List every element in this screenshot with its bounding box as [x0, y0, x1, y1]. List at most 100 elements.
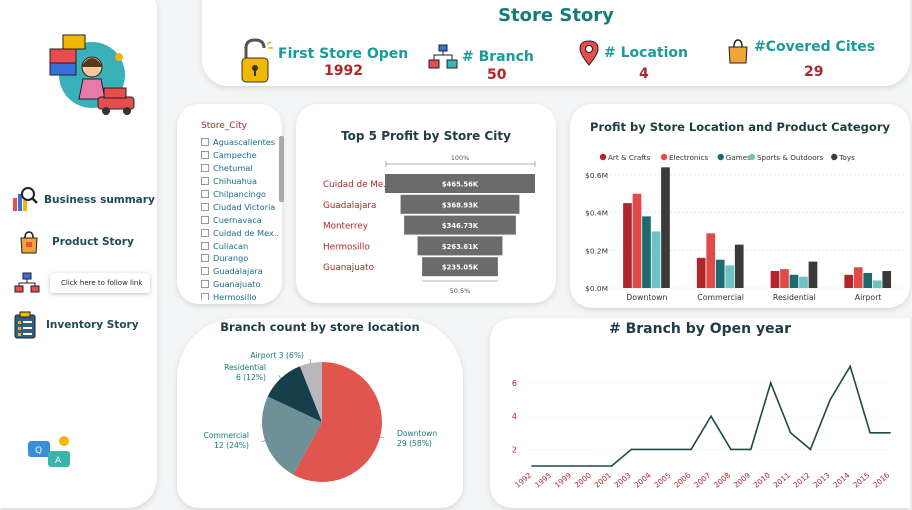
checkbox[interactable]: [201, 267, 209, 276]
qa-chat-icon[interactable]: Q A: [27, 433, 75, 473]
line-point: [749, 448, 752, 451]
slicer-item-label: Campeche: [213, 150, 257, 161]
slicer-item-label: Guadalajara: [213, 266, 263, 277]
nav-branch-story[interactable]: [14, 272, 40, 294]
y-tick-label: 6: [512, 379, 517, 388]
funnel-card: Top 5 Profit by Store City 100% $465.56K C…: [296, 104, 556, 303]
bar: [696, 257, 706, 288]
line-point: [849, 365, 852, 368]
checkbox[interactable]: [201, 202, 209, 211]
shopping-bag-icon: [20, 231, 38, 254]
checkbox[interactable]: [201, 228, 209, 237]
x-tick-label: 2011: [772, 470, 792, 489]
slicer-list: Aguascalientes Campeche Chetumal Chihuahua C…: [201, 136, 279, 300]
slicer-item[interactable]: Cuidad de Mex...: [201, 226, 279, 239]
legend-label: Games: [726, 153, 751, 162]
x-tick-label: 2016: [871, 470, 891, 489]
x-tick-label: 2000: [573, 470, 593, 489]
nav-label: Inventory Story: [46, 319, 139, 331]
y-tick-label: 4: [512, 412, 517, 421]
shopping-bag-icon: [728, 39, 748, 64]
checkbox[interactable]: [201, 177, 209, 186]
category-bar-chart: Art & Crafts Electronics Games Sports & Out…: [585, 153, 905, 302]
bar: [642, 216, 651, 288]
funnel-value-label: $368.93K: [442, 201, 479, 209]
line-point: [531, 465, 533, 467]
funnel-category-label: Guanajuato: [323, 263, 374, 273]
slicer-item[interactable]: Campeche: [201, 149, 279, 162]
slicer-item-label: Durango: [213, 253, 249, 264]
legend-marker: [831, 153, 838, 161]
bar: [651, 231, 661, 288]
kpi-location: # Location: [578, 40, 688, 66]
slicer-item-label: Chilpancingo: [213, 189, 267, 199]
kpi-value: 29: [804, 64, 824, 80]
nav-label: Business summary: [44, 194, 155, 206]
nav-product-story[interactable]: Product Story: [18, 230, 134, 254]
category-bar-card: Profit by Store Location and Product Cat…: [570, 104, 910, 308]
x-tick-label: 2001: [593, 470, 613, 489]
x-tick-label: Commercial: [697, 293, 744, 302]
network-branch-icon: [14, 272, 40, 293]
slicer-item[interactable]: Guanajuato: [201, 278, 279, 291]
bar: [770, 271, 780, 288]
pie-label-value: 6 (12%): [236, 373, 266, 382]
slicer-item[interactable]: Aguascalientes: [201, 136, 279, 149]
nav-label: Product Story: [52, 236, 134, 248]
line-point: [730, 448, 732, 451]
line-point: [570, 465, 573, 467]
slicer-item[interactable]: Chihuahua: [201, 175, 279, 188]
slicer-item-label: Ciudad Victoria: [213, 201, 276, 212]
checkbox[interactable]: [201, 138, 209, 147]
slicer-item-label: Culiacan: [213, 240, 249, 251]
funnel-category-label: Guadalajara: [323, 201, 376, 211]
slicer-item[interactable]: Durango: [201, 252, 279, 265]
x-tick-label: 2012: [792, 471, 812, 490]
slicer-item[interactable]: Guadalajara: [201, 265, 279, 278]
y-tick-label: $0.6M: [585, 171, 608, 180]
checkbox[interactable]: [201, 293, 209, 300]
pie-leader-line: [277, 375, 282, 379]
x-tick-label: 2014: [831, 470, 851, 489]
slicer-item[interactable]: Hermosillo: [201, 291, 279, 300]
kpi-label: # Location: [604, 45, 688, 61]
x-tick-label: Downtown: [626, 293, 667, 302]
slicer-item[interactable]: Chilpancingo: [201, 188, 279, 201]
link-tooltip: Click here to follow link: [50, 273, 150, 293]
nav-business-summary[interactable]: Business summary: [10, 186, 155, 214]
checkbox[interactable]: [201, 151, 209, 160]
pie-leader-line: [261, 440, 266, 443]
bar: [706, 233, 716, 288]
slicer-item-label: Guanajuato: [213, 279, 261, 290]
x-tick-label: 2010: [752, 470, 772, 489]
bar: [780, 269, 789, 288]
slicer-item[interactable]: Culiacan: [201, 239, 279, 252]
slicer-item[interactable]: Cuernavaca: [201, 213, 279, 226]
map-pin-icon: [579, 40, 599, 66]
svg-text:A: A: [55, 456, 62, 466]
line-point: [630, 448, 633, 451]
slicer-item-label: Hermosillo: [213, 292, 257, 300]
slicer-item[interactable]: Chetumal: [201, 162, 279, 175]
checkbox[interactable]: [201, 215, 209, 224]
bar: [808, 261, 818, 288]
funnel-value-label: $235.05K: [442, 264, 479, 272]
bar: [872, 280, 882, 288]
checkbox[interactable]: [201, 254, 209, 263]
checkbox[interactable]: [201, 280, 209, 289]
checkbox[interactable]: [201, 190, 209, 198]
pie-leader-line: [380, 436, 385, 439]
nav-inventory-story[interactable]: Inventory Story: [10, 310, 139, 340]
line-point: [789, 431, 792, 434]
slicer-item-label: Chihuahua: [213, 176, 257, 187]
line-point: [829, 398, 832, 401]
line-point: [769, 382, 772, 384]
slicer-item[interactable]: Ciudad Victoria: [201, 200, 279, 213]
funnel-bottom-label: 50.5%: [450, 287, 471, 295]
checkbox[interactable]: [201, 241, 209, 250]
x-tick-label: 2015: [851, 470, 871, 489]
slicer-scrollbar[interactable]: [279, 136, 284, 202]
store-network-icon: [428, 44, 458, 69]
checkbox[interactable]: [201, 164, 209, 173]
x-tick-label: 2008: [712, 470, 732, 489]
